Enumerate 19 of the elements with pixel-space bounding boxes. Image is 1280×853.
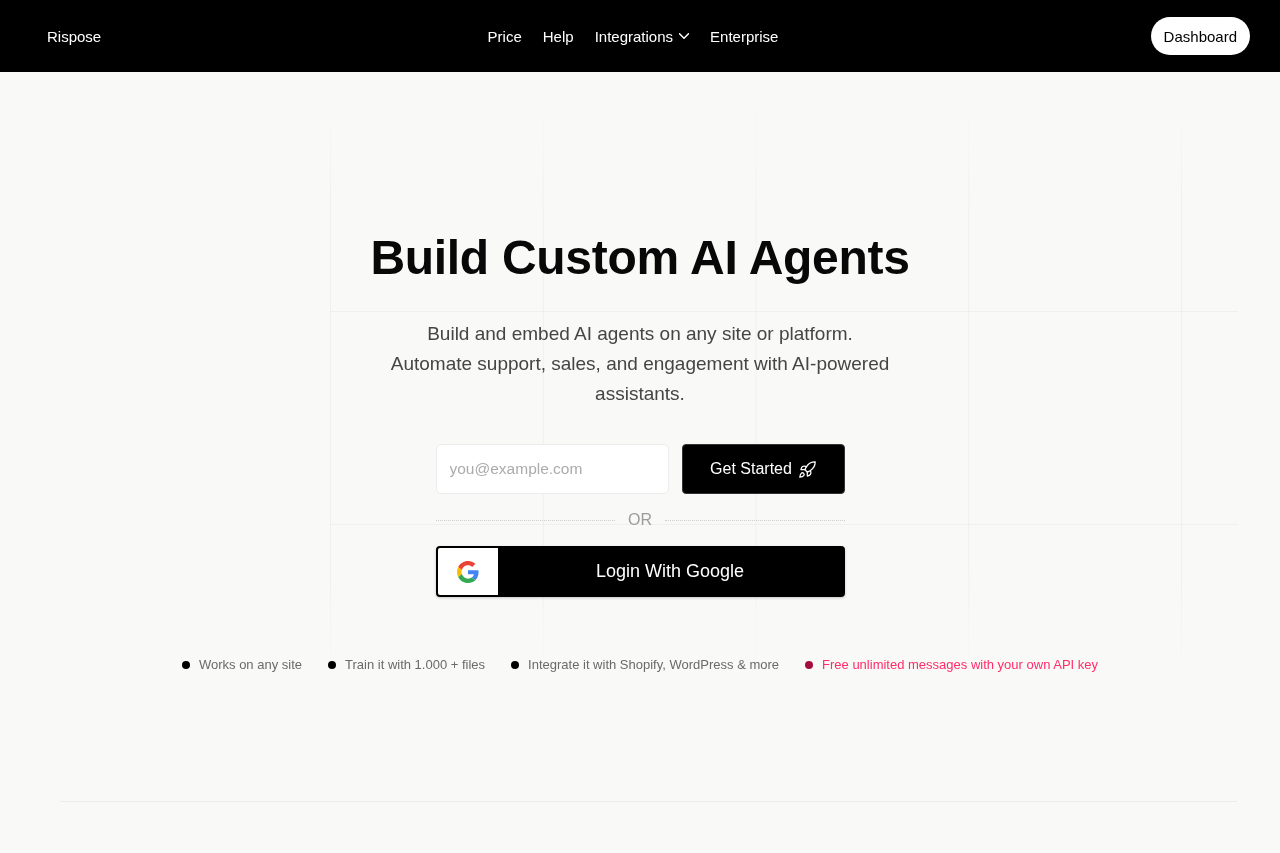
brand-logo[interactable]: Rispose — [47, 27, 102, 45]
chevron-down-icon — [679, 33, 690, 39]
hero-subtitle: Build and embed AI agents on any site or platform. Automate support, sales, and engagement with AI-powered assistants. — [389, 322, 891, 406]
nav-link[interactable]: Integrations — [594, 27, 690, 45]
nav-link[interactable]: Help — [542, 27, 574, 45]
feature-text: Integrate it with Shopify, WordPress & more — [528, 656, 780, 674]
nav-link[interactable]: Enterprise — [710, 27, 779, 45]
google-login-button[interactable]: Login With Google — [435, 546, 845, 597]
google-logo-icon — [437, 548, 498, 595]
feature-text: Free unlimited messages with your own API key — [822, 656, 1099, 674]
hero-title: Build Custom AI Agents — [370, 230, 910, 286]
or-divider-label: OR — [627, 511, 653, 529]
email-input[interactable]: you@example.com — [435, 444, 669, 494]
feature-text: Train it with 1.000 + files — [345, 656, 486, 674]
rocket-icon — [798, 460, 816, 478]
nav-link[interactable]: Price — [487, 27, 522, 45]
dashboard-button[interactable]: Dashboard — [1150, 17, 1250, 55]
get-started-button[interactable]: Get Started — [681, 444, 845, 494]
feature-text: Works on any site — [198, 656, 302, 674]
